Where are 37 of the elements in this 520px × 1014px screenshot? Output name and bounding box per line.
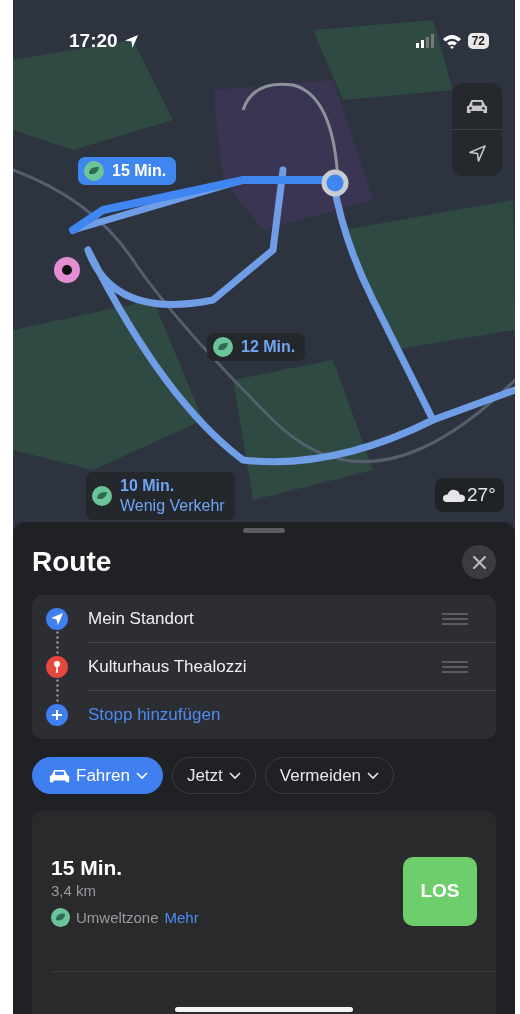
plus-icon <box>46 704 68 726</box>
route-duration: 15 Min. <box>51 855 124 880</box>
pin-icon <box>46 656 68 678</box>
leaf-icon <box>51 907 70 927</box>
pin-icon[interactable] <box>54 257 80 283</box>
signal-icon <box>415 34 436 48</box>
route-distance: 3,4 km <box>51 881 97 899</box>
leaf-icon <box>84 161 104 181</box>
status-time: 17:20 <box>69 30 118 52</box>
cloud-icon <box>443 488 465 502</box>
route-time-label[interactable]: 15 Min. <box>78 157 177 185</box>
route-time-label[interactable]: 10 Min. Wenig Verkehr <box>86 472 235 520</box>
reorder-handle-icon[interactable] <box>442 612 468 625</box>
wifi-icon <box>441 33 462 49</box>
location-arrow-icon <box>123 33 139 49</box>
sheet-handle[interactable] <box>243 528 285 533</box>
leaf-icon <box>92 486 112 506</box>
chevron-down-icon <box>367 771 380 780</box>
close-button[interactable] <box>462 545 496 579</box>
chevron-down-icon <box>228 771 241 780</box>
chevron-down-icon <box>135 771 148 780</box>
car-icon <box>49 767 70 784</box>
temperature: 27° <box>467 484 496 506</box>
zone-label: Umweltzone <box>76 908 159 926</box>
reorder-handle-icon[interactable] <box>442 660 468 673</box>
stop-name: Kulturhaus Thealozzi <box>88 656 247 677</box>
leaf-icon <box>213 337 233 357</box>
more-link[interactable]: Mehr <box>164 908 199 926</box>
stop-name[interactable]: Stopp hinzufügen <box>88 705 221 725</box>
route-time-label[interactable]: 12 Min. <box>207 333 306 361</box>
dotted-connector <box>55 630 59 656</box>
sheet-title: Route <box>32 546 112 578</box>
current-location-icon <box>321 169 349 197</box>
transport-option-button[interactable]: Fahren <box>32 757 163 794</box>
dotted-connector <box>55 678 59 704</box>
close-icon <box>472 555 486 569</box>
stop-name: Mein Standort <box>88 608 194 629</box>
